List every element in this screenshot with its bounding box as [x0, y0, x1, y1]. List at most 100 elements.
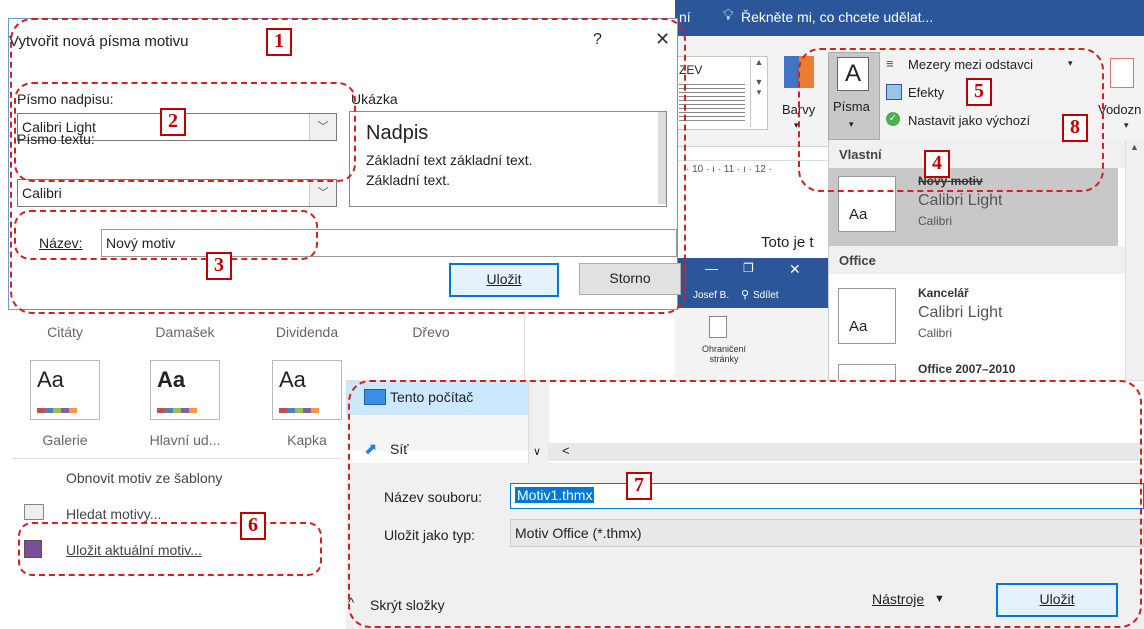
fonts-button[interactable]: A Písma ▾	[828, 52, 880, 140]
folder-search-icon	[24, 504, 44, 520]
chevron-down-icon[interactable]: ∨	[533, 445, 541, 458]
font-item-name: Kancelář	[918, 286, 969, 300]
create-fonts-dialog: Vytvořit nová písma motivu ? ✕ Písmo nad…	[8, 18, 681, 310]
theme-thumb-kapka[interactable]: Aa	[272, 360, 342, 420]
section-office-label: Office	[839, 253, 876, 268]
theme-color-strip	[157, 408, 197, 413]
body-font-select[interactable]: Calibri ﹀	[17, 179, 337, 207]
preview-scrollbar[interactable]	[658, 112, 666, 204]
reset-theme-item[interactable]: Obnovit motiv ze šablony	[66, 470, 222, 486]
set-default-label: Nastavit jako výchozí	[908, 113, 1031, 128]
set-default-button[interactable]: ✓ Nastavit jako výchozí	[886, 110, 1086, 132]
chevron-down-icon[interactable]: ▼	[934, 593, 945, 605]
font-item[interactable]: Office 2007–2010	[828, 356, 1118, 382]
marker-1: 1	[266, 28, 292, 56]
tools-button[interactable]: Nástroje	[872, 591, 924, 607]
save-as-dialog: Tento počítač ⬈ Síť ∨ < Název souboru: M…	[346, 380, 1144, 629]
file-type-select[interactable]: Motiv Office (*.thmx)	[510, 519, 1144, 547]
theme-label[interactable]: Dřevo	[386, 324, 476, 340]
document-text: Toto je t	[761, 234, 814, 251]
user-bar: Josef B. ⚲ Sdílet	[675, 284, 828, 308]
theme-thumb-galerie[interactable]: Aa	[30, 360, 100, 420]
save-file-button[interactable]: Uložit	[996, 583, 1118, 617]
paragraph-spacing-button[interactable]: ≡ Mezery mezi odstavci ▾	[886, 54, 1086, 76]
font-glyph: A	[844, 60, 861, 87]
marker-7: 7	[626, 472, 652, 500]
theme-label[interactable]: Hlavní ud...	[140, 432, 230, 448]
page-borders-button[interactable]: Ohraničení stránky	[689, 344, 759, 364]
check-circle-icon: ✓	[886, 112, 900, 126]
chevron-down-icon: ▾	[794, 120, 799, 130]
share-icon: ⚲	[741, 289, 750, 301]
theme-color-strip	[279, 408, 319, 413]
chevron-down-icon[interactable]: ﹀	[309, 114, 336, 140]
cancel-button[interactable]: Storno	[579, 263, 681, 295]
page-icon	[709, 316, 727, 338]
small-window-titlebar: — ❐ ✕	[675, 258, 828, 284]
close-button[interactable]: ✕	[655, 29, 670, 50]
file-type-value: Motiv Office (*.thmx)	[515, 525, 642, 541]
theme-label[interactable]: Dividenda	[262, 324, 352, 340]
tree-item-this-pc[interactable]: Tento počítač	[346, 381, 528, 415]
font-item-heading: Calibri Light	[918, 304, 1003, 321]
restore-icon[interactable]: ❐	[743, 261, 754, 275]
cancel-label: Storno	[609, 270, 651, 286]
word-title-bar: ní 💡︎ Řekněte mi, co chcete udělat...	[675, 0, 1144, 36]
font-glyph-icon: A	[837, 57, 869, 91]
user-name[interactable]: Josef B.	[693, 290, 729, 301]
theme-name-input[interactable]: Nový motiv	[101, 229, 677, 257]
scroll-up-icon[interactable]: ▲	[1130, 142, 1139, 152]
heading-font-label: Písmo nadpisu:	[17, 91, 114, 107]
this-pc-label: Tento počítač	[390, 389, 474, 405]
marker-4: 4	[924, 150, 950, 178]
theme-label[interactable]: Kapka	[262, 432, 352, 448]
watermark-icon	[1110, 58, 1134, 88]
dialog-title: Vytvořit nová písma motivu	[9, 33, 189, 50]
chevron-left-icon[interactable]: <	[562, 443, 570, 458]
palette-icon	[784, 56, 814, 88]
dropdown-scrollbar[interactable]: ▲	[1125, 140, 1144, 380]
watermark-button[interactable]: Vodozn ▾	[1098, 54, 1144, 138]
network-label[interactable]: Síť	[390, 441, 408, 457]
theme-label[interactable]: Galerie	[20, 432, 110, 448]
close-icon[interactable]: ✕	[789, 261, 801, 278]
chevron-down-icon[interactable]: ﹀	[309, 180, 336, 206]
filename-input[interactable]: Motiv1.thmx	[510, 483, 1144, 509]
font-item-selected[interactable]: Aa Nový motiv Calibri Light Calibri	[828, 168, 1118, 246]
save-current-theme-item[interactable]: Uložit aktuální motiv...	[66, 542, 202, 558]
document-page: Toto je t	[675, 178, 828, 258]
style-gallery[interactable]: ZEV ▲ ▼ ▾	[676, 56, 768, 130]
save-button[interactable]: Uložit	[449, 263, 559, 297]
marker-5: 5	[966, 78, 992, 106]
gallery-scroll[interactable]: ▲ ▼ ▾	[750, 57, 767, 127]
help-button[interactable]: ?	[593, 31, 602, 49]
tab-fragment[interactable]: ní	[679, 9, 691, 25]
colors-button[interactable]: Barvy ▾	[778, 54, 822, 138]
chevron-down-icon: ▾	[1124, 120, 1129, 130]
fonts-label: Písma	[833, 99, 870, 114]
marker-3: 3	[206, 252, 232, 280]
minimize-icon[interactable]: —	[705, 261, 718, 276]
theme-thumb-hlavni[interactable]: Aa	[150, 360, 220, 420]
share-button[interactable]: Sdílet	[753, 290, 779, 301]
section-custom-label: Vlastní	[839, 147, 882, 162]
small-window-ribbon: Josef B. ⚲ Sdílet Ohraničení stránky	[675, 284, 828, 380]
font-sample-box: Aa	[838, 288, 896, 344]
theme-label[interactable]: Damašek	[140, 324, 230, 340]
preview-label: Ukázka	[351, 91, 398, 107]
theme-color-strip	[37, 408, 77, 413]
theme-label[interactable]: Citáty	[20, 324, 110, 340]
network-icon: ⬈	[364, 441, 378, 458]
save-label: Uložit	[486, 271, 522, 287]
horizontal-scrollbar[interactable]: <	[548, 443, 1144, 461]
hide-folders-button[interactable]: Skrýt složky	[370, 597, 445, 613]
monitor-icon	[364, 389, 386, 405]
tell-me-input[interactable]: Řekněte mi, co chcete udělat...	[741, 9, 933, 25]
browse-themes-item[interactable]: Hledat motivy...	[66, 506, 161, 522]
save-file-label: Uložit	[1039, 591, 1075, 607]
effects-button[interactable]: Efekty	[886, 82, 966, 104]
ruler: · 10 · ı · 11 · ı · 12 ·	[675, 160, 832, 180]
folder-scroll[interactable]: ∨	[528, 381, 549, 463]
marker-2: 2	[160, 108, 186, 136]
watermark-label: Vodozn	[1098, 102, 1142, 117]
